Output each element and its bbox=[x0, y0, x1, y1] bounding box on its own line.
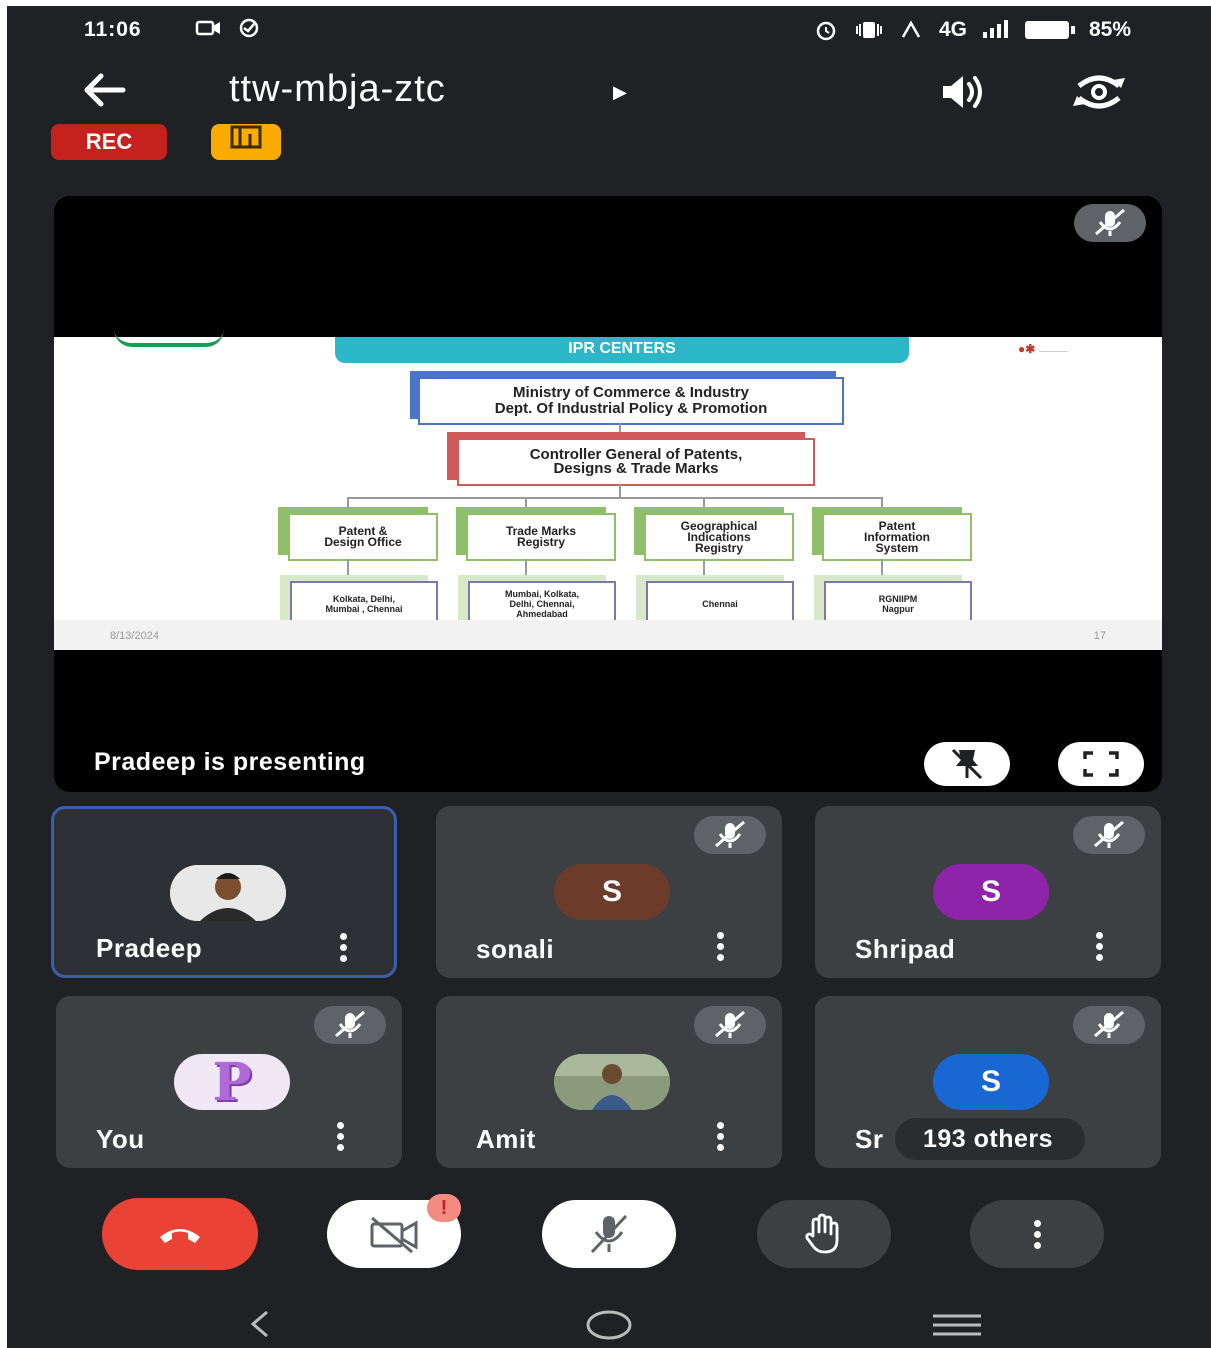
camera-off-icon bbox=[370, 1216, 418, 1254]
more-vert-icon bbox=[1033, 1219, 1041, 1249]
slide-number: 17 bbox=[1093, 630, 1106, 642]
vibrate-icon bbox=[855, 22, 882, 38]
slide-date: 8/13/2024 bbox=[110, 630, 159, 642]
mic-off-icon bbox=[694, 1006, 766, 1044]
participant-name: Amit bbox=[476, 1124, 536, 1154]
meeting-code[interactable]: ttw-mbja-ztc bbox=[229, 68, 446, 111]
unpin-icon[interactable] bbox=[924, 742, 1010, 786]
participant-name: Shripad bbox=[855, 934, 956, 964]
mic-off-icon bbox=[1074, 204, 1146, 242]
more-vert-icon[interactable] bbox=[337, 933, 349, 962]
meeting-info-badge[interactable] bbox=[211, 124, 281, 160]
participant-name: Sr bbox=[855, 1124, 884, 1154]
volte-icon bbox=[901, 20, 921, 38]
battery-icon bbox=[1024, 21, 1075, 39]
participant-tile[interactable]: P You bbox=[56, 996, 402, 1168]
presentation-tile[interactable]: IPR CENTERS ●✱ ———— Ministry of Commerce … bbox=[54, 196, 1162, 792]
slide-title: IPR CENTERS bbox=[335, 337, 909, 363]
participant-tile[interactable]: S sonali bbox=[436, 806, 782, 978]
nav-recents-icon[interactable] bbox=[931, 1312, 983, 1338]
check-circle-icon bbox=[239, 18, 259, 38]
office-box: Patent Information System bbox=[822, 513, 972, 561]
meet-call-screen: 11:06 4G 85% ttw-mbja-ztc ▶ REC IPR CENT… bbox=[7, 6, 1211, 1348]
avatar bbox=[554, 1054, 670, 1110]
participant-name: Pradeep bbox=[96, 933, 203, 963]
participant-name: sonali bbox=[476, 934, 555, 964]
raise-hand-icon bbox=[805, 1213, 839, 1254]
mic-toggle-button[interactable] bbox=[542, 1200, 676, 1268]
network-type: 4G bbox=[938, 18, 967, 41]
mic-off-icon bbox=[314, 1006, 386, 1044]
controller-box: Controller General of Patents, Designs &… bbox=[457, 438, 815, 486]
ministry-box: Ministry of Commerce & Industry Dept. Of… bbox=[418, 377, 844, 425]
office-box: Geographical Indications Registry bbox=[644, 513, 794, 561]
battery-level: 85% bbox=[1088, 18, 1131, 41]
shared-slide: IPR CENTERS ●✱ ———— Ministry of Commerce … bbox=[54, 337, 1162, 650]
office-box: Trade Marks Registry bbox=[466, 513, 616, 561]
switch-camera-icon[interactable] bbox=[1069, 72, 1129, 117]
more-vert-icon[interactable] bbox=[714, 932, 726, 961]
slide-logo: ●✱ ———— bbox=[1018, 342, 1068, 356]
participant-tile[interactable]: S Shripad bbox=[815, 806, 1161, 978]
signal-icon bbox=[982, 20, 1008, 38]
participant-tile[interactable]: S Sr 193 others bbox=[815, 996, 1161, 1168]
nav-home-icon[interactable] bbox=[585, 1308, 633, 1342]
camera-alert-badge: ! bbox=[427, 1194, 461, 1222]
end-call-icon bbox=[160, 1229, 200, 1243]
status-time: 11:06 bbox=[84, 18, 142, 41]
system-nav-bar bbox=[7, 1302, 1211, 1348]
arrow-left-icon[interactable] bbox=[79, 70, 129, 120]
more-vert-icon[interactable] bbox=[1093, 932, 1105, 961]
mic-off-icon bbox=[694, 816, 766, 854]
participant-tile[interactable]: Pradeep bbox=[51, 806, 397, 978]
more-options-button[interactable] bbox=[970, 1200, 1104, 1268]
recording-badge: REC bbox=[51, 124, 167, 160]
mic-off-icon bbox=[1073, 1006, 1145, 1044]
mic-off-icon bbox=[590, 1214, 628, 1254]
top-bar: ttw-mbja-ztc ▶ bbox=[7, 62, 1211, 126]
raise-hand-button[interactable] bbox=[757, 1200, 891, 1268]
participant-tile[interactable]: Amit bbox=[436, 996, 782, 1168]
end-call-button[interactable] bbox=[102, 1198, 258, 1270]
speaker-icon[interactable] bbox=[937, 72, 991, 117]
caret-right-icon[interactable]: ▶ bbox=[613, 82, 627, 103]
avatar: S bbox=[933, 864, 1049, 920]
video-notification-icon bbox=[195, 20, 220, 36]
fullscreen-icon[interactable] bbox=[1058, 742, 1144, 786]
avatar bbox=[170, 865, 286, 921]
avatar: S bbox=[554, 864, 670, 920]
more-vert-icon[interactable] bbox=[714, 1122, 726, 1151]
participant-name: You bbox=[96, 1124, 145, 1154]
mic-off-icon bbox=[1073, 816, 1145, 854]
alarm-icon bbox=[816, 21, 836, 41]
status-bar: 11:06 4G 85% bbox=[7, 6, 1211, 52]
avatar: S bbox=[933, 1054, 1049, 1110]
avatar: P bbox=[174, 1054, 290, 1110]
others-count-chip[interactable]: 193 others bbox=[895, 1118, 1086, 1160]
nav-back-icon[interactable] bbox=[245, 1306, 275, 1342]
more-vert-icon[interactable] bbox=[334, 1122, 346, 1151]
office-box: Patent & Design Office bbox=[288, 513, 438, 561]
presenting-label: Pradeep is presenting bbox=[94, 748, 366, 776]
